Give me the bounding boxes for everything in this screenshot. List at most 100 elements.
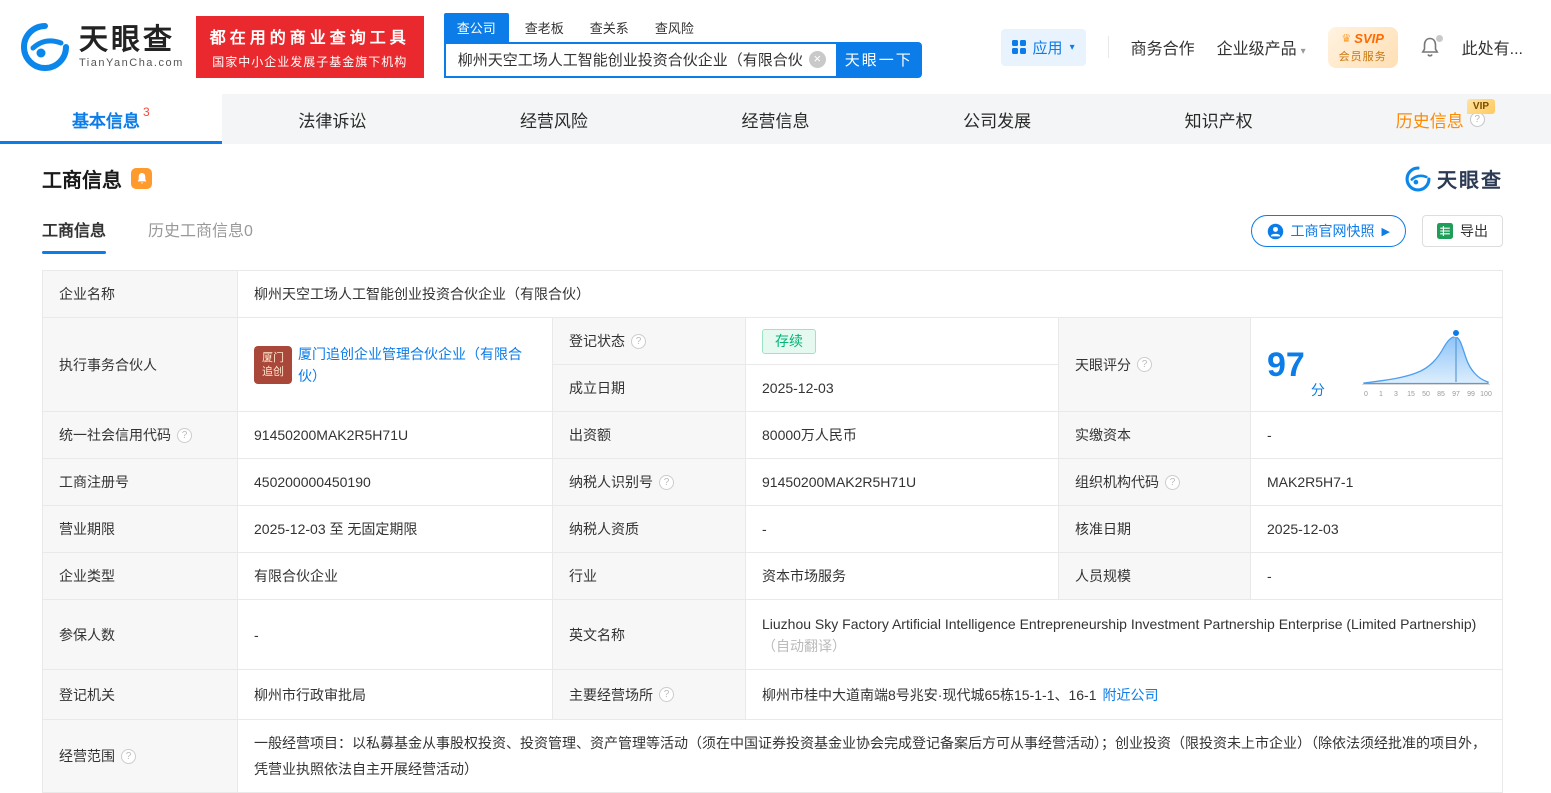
tab-company-development[interactable]: 公司发展 (886, 94, 1108, 144)
tab-operation-risk[interactable]: 经营风险 (443, 94, 665, 144)
search-tab-relation[interactable]: 查关系 (590, 18, 629, 42)
tab-basic-info[interactable]: 基本信息 3 (0, 94, 222, 144)
subtab-history-business-info[interactable]: 历史工商信息0 (148, 217, 253, 254)
help-icon[interactable]: ? (659, 474, 674, 490)
help-icon[interactable]: ? (1165, 474, 1180, 490)
clear-icon[interactable]: × (808, 51, 826, 68)
search-tab-risk[interactable]: 查风险 (655, 18, 694, 42)
field-label-establish-date: 成立日期 (553, 365, 746, 412)
score-marker-pin (1451, 328, 1461, 337)
subtab-business-info[interactable]: 工商信息 (42, 217, 107, 254)
tab-intellectual-property[interactable]: 知识产权 (1108, 94, 1330, 144)
address-text: 柳州市桂中大道南端8号兆安·现代城65栋15-1-1、16-1 (762, 686, 1097, 703)
official-snapshot-button[interactable]: 工商官网快照 ▶ (1250, 215, 1406, 247)
tianyancha-logo[interactable]: 天眼查 TianYanCha.com (20, 22, 184, 72)
company-nav-tabs: 基本信息 3 法律诉讼 经营风险 经营信息 公司发展 知识产权 历史信息 ? V… (0, 94, 1551, 144)
crown-icon: ♛ (1341, 32, 1352, 45)
auto-translate-note: （自动翻译） (762, 637, 846, 654)
value-text: 2025-12-03 至 无固定期限 (254, 521, 418, 537)
tab-operation-risk-label: 经营风险 (519, 111, 588, 131)
tab-basic-info-label: 基本信息 (71, 111, 140, 131)
field-value-tianyan-score: 97 分 0 1 3 15 50 85 97 99 100 (1251, 318, 1503, 412)
label-text: 工商注册号 (59, 474, 129, 490)
label-text: 纳税人识别号 (569, 474, 653, 490)
help-icon[interactable]: ? (177, 427, 192, 443)
tab-history-info[interactable]: 历史信息 ? VIP (1329, 94, 1551, 144)
axis-tick: 1 (1379, 391, 1383, 398)
field-value-business-address: 柳州市桂中大道南端8号兆安·现代城65栋15-1-1、16-1 附近公司 (746, 670, 1503, 720)
tab-legal-proceedings[interactable]: 法律诉讼 (222, 94, 444, 144)
field-label-tianyan-score: 天眼评分 ? (1059, 318, 1251, 412)
axis-tick: 100 (1480, 391, 1492, 398)
svip-member-badge[interactable]: ♛ SVIP 会员服务 (1327, 26, 1398, 68)
banner-line1: 都在用的商业查询工具 (209, 30, 410, 47)
field-value-business-scope: 一般经营项目：以私募基金从事股权投资、投资管理、资产管理等活动（须在中国证券投资… (238, 720, 1503, 793)
english-name-text: Liuzhou Sky Factory Artificial Intellige… (762, 615, 1477, 632)
field-value-taxpayer-quality: - (746, 506, 1059, 553)
field-label-business-scope: 经营范围 ? (43, 720, 238, 793)
person-icon (1267, 223, 1283, 239)
label-text: 英文名称 (569, 626, 625, 643)
label-text: 参保人数 (59, 626, 115, 643)
nearby-companies-link[interactable]: 附近公司 (1103, 684, 1159, 706)
notification-bell-icon[interactable] (1420, 35, 1443, 58)
announcement-bell-icon[interactable] (131, 168, 152, 189)
field-label-registry: 登记机关 (43, 670, 238, 720)
search-tab-company[interactable]: 查公司 (443, 12, 509, 42)
label-text: 企业名称 (59, 286, 115, 302)
field-value-business-term: 2025-12-03 至 无固定期限 (238, 506, 553, 553)
value-text: MAK2R5H7-1 (1267, 474, 1354, 490)
tab-operation-info[interactable]: 经营信息 (665, 94, 887, 144)
avatar-text-line2: 追创 (262, 365, 284, 378)
chevron-down-icon: ▾ (1069, 41, 1075, 53)
field-value-executive-partner: 厦门 追创 厦门追创企业管理合伙企业（有限合伙） (238, 318, 553, 412)
value-text: - (1267, 427, 1272, 443)
value-text: 资本市场服务 (762, 568, 846, 584)
label-text: 人员规模 (1075, 568, 1131, 584)
field-value-english-name: Liuzhou Sky Factory Artificial Intellige… (746, 600, 1503, 670)
search-tab-boss[interactable]: 查老板 (525, 18, 564, 42)
field-label-company-name: 企业名称 (43, 271, 238, 318)
value-text: 2025-12-03 (1267, 521, 1339, 537)
tab-basic-info-badge: 3 (142, 105, 150, 119)
help-icon[interactable]: ? (121, 748, 136, 764)
value-text: - (762, 521, 767, 537)
field-value-registry: 柳州市行政审批局 (238, 670, 553, 720)
value-text: 柳州市行政审批局 (254, 686, 366, 703)
tab-legal-proceedings-label: 法律诉讼 (298, 111, 367, 131)
value-text: - (1267, 568, 1272, 584)
field-value-approval-date: 2025-12-03 (1251, 506, 1503, 553)
score-unit: 分 (1310, 382, 1325, 398)
brand-name: 天眼查 (79, 24, 176, 56)
axis-tick: 50 (1422, 391, 1430, 398)
field-label-executive-partner: 执行事务合伙人 (43, 318, 238, 412)
user-name[interactable]: 此处有... (1462, 35, 1523, 59)
search-button[interactable]: 天眼一下 (835, 41, 922, 78)
search-tabs: 查公司 查老板 查关系 查风险 (443, 12, 922, 42)
help-icon[interactable]: ? (659, 687, 674, 702)
menu-enterprise-label: 企业级产品 (1216, 41, 1297, 58)
menu-business-cooperation[interactable]: 商务合作 (1131, 35, 1195, 59)
svip-title-row: ♛ SVIP (1339, 31, 1387, 46)
header: 天眼查 TianYanCha.com 都在用的商业查询工具 国家中小企业发展子基… (0, 0, 1551, 94)
help-icon[interactable]: ? (631, 333, 646, 349)
apps-grid-icon (1011, 40, 1026, 54)
export-button[interactable]: 导出 (1422, 215, 1503, 247)
search-input[interactable] (445, 51, 809, 68)
banner-line2: 国家中小企业发展子基金旗下机构 (212, 55, 408, 69)
label-text: 登记状态 (569, 333, 625, 349)
scope-text: 一般经营项目：以私募基金从事股权投资、投资管理、资产管理等活动（须在中国证券投资… (254, 735, 1486, 777)
partner-link[interactable]: 厦门追创企业管理合伙企业（有限合伙） (298, 343, 536, 387)
label-text: 出资额 (569, 427, 611, 443)
score-curve-chart: 0 1 3 15 50 85 97 99 100 (1362, 328, 1492, 398)
menu-enterprise-products[interactable]: 企业级产品 ▾ (1217, 35, 1306, 59)
label-text: 成立日期 (569, 380, 625, 396)
field-value-industry: 资本市场服务 (746, 553, 1059, 600)
partner-avatar[interactable]: 厦门 追创 (254, 345, 292, 384)
apps-menu-button[interactable]: 应用 ▾ (1000, 28, 1086, 66)
field-value-taxpayer-id: 91450200MAK2R5H71U (746, 459, 1059, 506)
help-icon[interactable]: ? (1137, 357, 1152, 372)
label-text: 企业类型 (59, 568, 115, 584)
field-label-paid-capital: 实缴资本 (1059, 412, 1251, 459)
axis-tick: 0 (1364, 391, 1368, 398)
